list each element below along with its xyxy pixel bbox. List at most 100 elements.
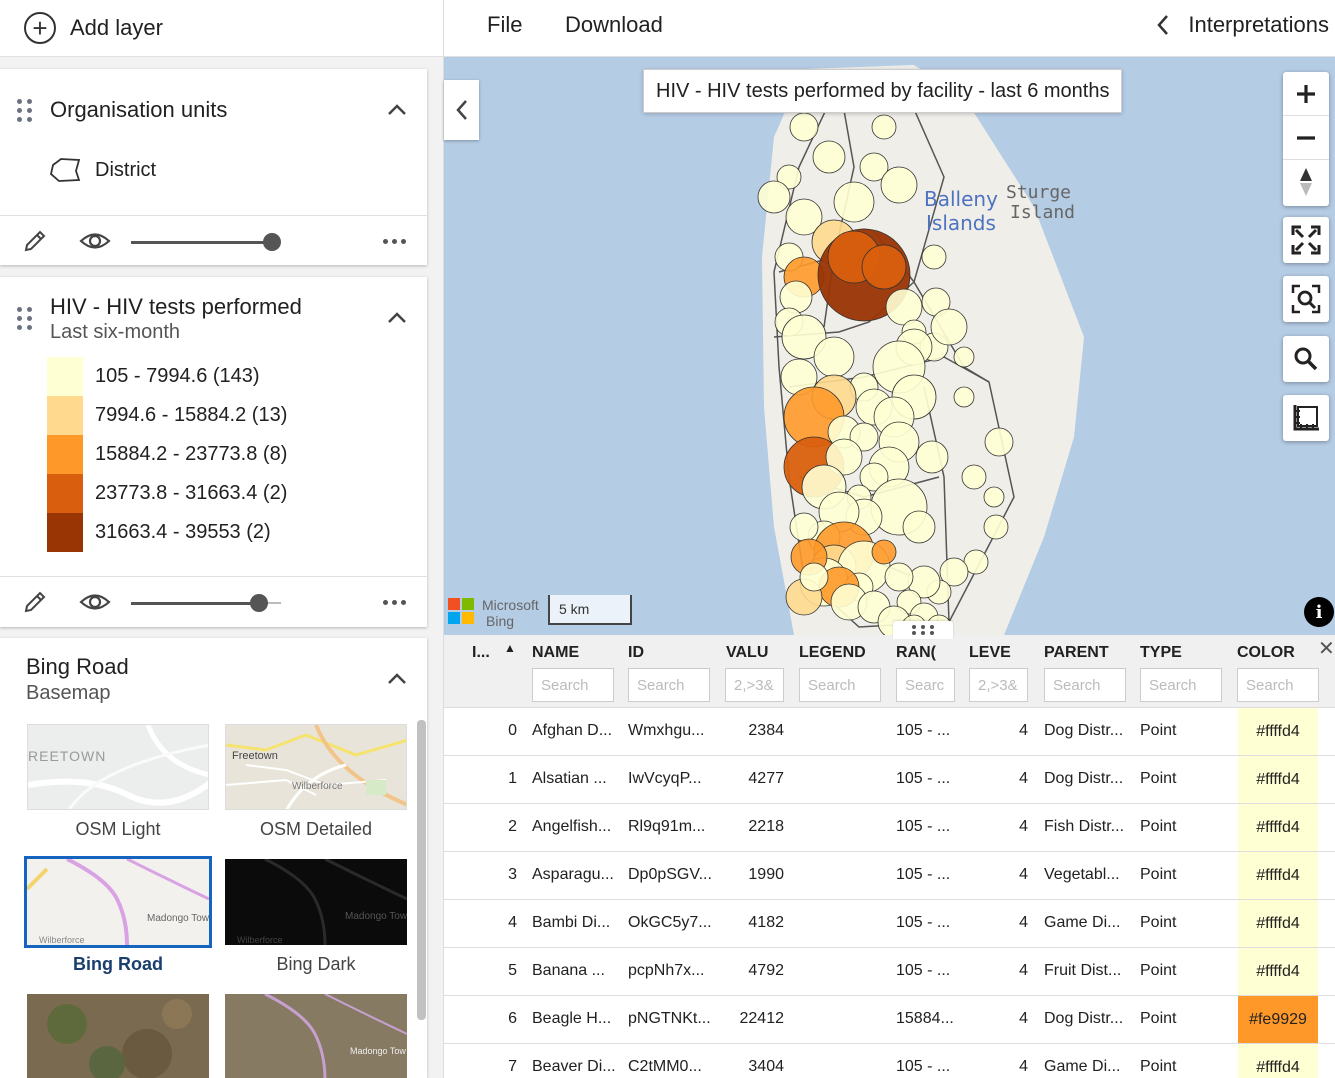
column-filter-input[interactable]: Search xyxy=(628,668,710,702)
opacity-slider[interactable] xyxy=(131,602,259,605)
facility-bubble[interactable] xyxy=(871,539,897,565)
edit-icon[interactable] xyxy=(22,228,48,254)
add-circle-icon: + xyxy=(24,12,56,44)
facility-bubble[interactable] xyxy=(930,308,968,346)
menu-download[interactable]: Download xyxy=(565,12,663,38)
column-header[interactable]: NAME xyxy=(532,644,622,662)
facility-bubble[interactable] xyxy=(812,140,846,174)
facility-bubble[interactable] xyxy=(813,336,855,378)
legend-label: 105 - 7994.6 (143) xyxy=(95,365,260,387)
search-button[interactable] xyxy=(1283,336,1329,382)
more-options-icon[interactable] xyxy=(383,600,406,605)
facility-bubble[interactable] xyxy=(953,386,975,408)
sort-ascending-icon[interactable]: ▲ xyxy=(504,641,516,655)
svg-text:Freetown: Freetown xyxy=(232,750,278,762)
visibility-icon[interactable] xyxy=(79,589,111,615)
info-icon[interactable]: i xyxy=(1304,597,1334,627)
table-row[interactable]: 0 Afghan D... Wmxhgu... 2384 105 - ... 4 Dog D… xyxy=(444,708,1335,756)
interpretations-button[interactable]: Interpretations xyxy=(1156,12,1329,38)
column-header[interactable]: RAN( xyxy=(896,644,956,662)
basemap-satellite[interactable] xyxy=(27,994,209,1078)
column-header[interactable]: ID xyxy=(628,644,713,662)
column-filter-input[interactable]: Search xyxy=(1044,668,1126,702)
table-row[interactable]: 4 Bambi Di... OkGC5y7... 4182 105 - ... 4 Game… xyxy=(444,900,1335,948)
table-row[interactable]: 1 Alsatian ... IwVcyqP... 4277 105 - ... 4 Dog… xyxy=(444,756,1335,804)
facility-bubble[interactable] xyxy=(983,486,1005,508)
district-polygon-icon xyxy=(50,158,81,182)
facility-bubble[interactable] xyxy=(915,440,949,474)
facility-bubble[interactable] xyxy=(799,562,829,592)
panel-scrollbar[interactable] xyxy=(417,720,426,1020)
legend-swatch xyxy=(47,513,83,552)
hiv-layer-card: HIV - HIV tests performed Last six-month… xyxy=(0,277,427,627)
facility-bubble[interactable] xyxy=(961,464,987,490)
basemap-osm-detailed[interactable]: Freetown Wilberforce xyxy=(225,724,407,810)
facility-bubble[interactable] xyxy=(789,112,819,142)
minus-icon xyxy=(1297,135,1315,140)
facility-bubble[interactable] xyxy=(880,166,918,204)
table-row[interactable]: 2 Angelfish... Rl9q91m... 2218 105 - ... 4 Fis… xyxy=(444,804,1335,852)
opacity-slider-knob[interactable] xyxy=(250,594,268,612)
column-header[interactable]: LEVE xyxy=(969,644,1029,662)
facility-bubble[interactable] xyxy=(921,244,947,270)
visibility-icon[interactable] xyxy=(79,228,111,254)
drag-handle-icon[interactable] xyxy=(17,307,32,331)
opacity-slider[interactable] xyxy=(131,241,272,244)
zoom-in-button[interactable] xyxy=(1283,72,1329,116)
table-row[interactable]: 7 Beaver Di... C2tMM0... 3404 105 - ... 4 Game… xyxy=(444,1044,1335,1078)
measure-button[interactable] xyxy=(1283,395,1329,441)
menu-file[interactable]: File xyxy=(487,12,522,38)
chevron-up-icon[interactable] xyxy=(384,666,410,692)
facility-bubble[interactable] xyxy=(779,280,813,314)
facility-bubble[interactable] xyxy=(833,181,875,223)
facility-bubble[interactable] xyxy=(861,244,907,290)
facility-bubble[interactable] xyxy=(953,346,975,368)
facility-bubble[interactable] xyxy=(789,512,819,542)
facility-bubble[interactable] xyxy=(983,514,1009,540)
chevron-up-icon[interactable] xyxy=(384,97,410,123)
facility-bubble[interactable] xyxy=(757,180,791,214)
table-row[interactable]: 5 Banana ... pcpNh7x... 4792 105 - ... 4 Fruit… xyxy=(444,948,1335,996)
basemap-bing-dark[interactable]: Madongo Tow Wilberforce xyxy=(225,859,407,945)
more-options-icon[interactable] xyxy=(383,239,406,244)
table-resize-handle[interactable] xyxy=(893,621,953,639)
map[interactable]: Balleny Islands Sturge Island Microsoft … xyxy=(444,57,1335,635)
zoom-out-button[interactable] xyxy=(1283,116,1329,160)
column-filter-input[interactable]: Searc xyxy=(896,668,955,702)
column-header[interactable]: TYPE xyxy=(1140,644,1225,662)
column-header[interactable]: COLOR xyxy=(1237,644,1317,662)
collapse-panel-button[interactable] xyxy=(444,80,479,140)
zoom-to-content-button[interactable] xyxy=(1283,276,1329,322)
add-layer-button[interactable]: + Add layer xyxy=(24,10,163,46)
basemap-bing-road[interactable]: Madongo Tow Wilberforce xyxy=(24,856,212,948)
column-filter-input[interactable]: 2,>3& xyxy=(969,668,1028,702)
basemap-osm-light[interactable]: REETOWN xyxy=(27,724,209,810)
fullscreen-icon xyxy=(1291,225,1321,255)
column-filter-input[interactable]: Search xyxy=(532,668,614,702)
chevron-up-icon[interactable] xyxy=(384,305,410,331)
drag-handle-icon[interactable] xyxy=(17,99,32,123)
close-table-icon[interactable]: ✕ xyxy=(1318,636,1335,661)
facility-bubble[interactable] xyxy=(902,510,936,544)
map-canvas[interactable]: Balleny Islands Sturge Island Microsoft … xyxy=(444,57,1335,635)
column-filter-input[interactable]: Search xyxy=(1140,668,1222,702)
column-header[interactable]: I... xyxy=(472,644,502,662)
basemap-hybrid[interactable]: Madongo Tow xyxy=(225,994,407,1078)
column-filter-input[interactable]: Search xyxy=(799,668,881,702)
facility-bubble[interactable] xyxy=(885,288,923,326)
column-filter-input[interactable]: 2,>3& xyxy=(725,668,784,702)
table-row[interactable]: 3 Asparagu... Dp0pSGV... 1990 105 - ... 4 Vege… xyxy=(444,852,1335,900)
facility-bubble[interactable] xyxy=(871,114,897,140)
opacity-slider-knob[interactable] xyxy=(263,233,281,251)
column-filter-input[interactable]: Search xyxy=(1237,668,1319,702)
cell-type: Point xyxy=(1140,914,1177,931)
fullscreen-button[interactable] xyxy=(1283,217,1329,263)
edit-icon[interactable] xyxy=(22,589,48,615)
column-header[interactable]: LEGEND xyxy=(799,644,884,662)
column-header[interactable]: VALU xyxy=(726,644,786,662)
reset-bearing-button[interactable] xyxy=(1283,160,1329,204)
facility-bubble[interactable] xyxy=(884,562,914,592)
column-header[interactable]: PARENT xyxy=(1044,644,1129,662)
table-row[interactable]: 6 Beagle H... pNGTNKt... 22412 15884... 4 Dog … xyxy=(444,996,1335,1044)
facility-bubble[interactable] xyxy=(984,427,1014,457)
